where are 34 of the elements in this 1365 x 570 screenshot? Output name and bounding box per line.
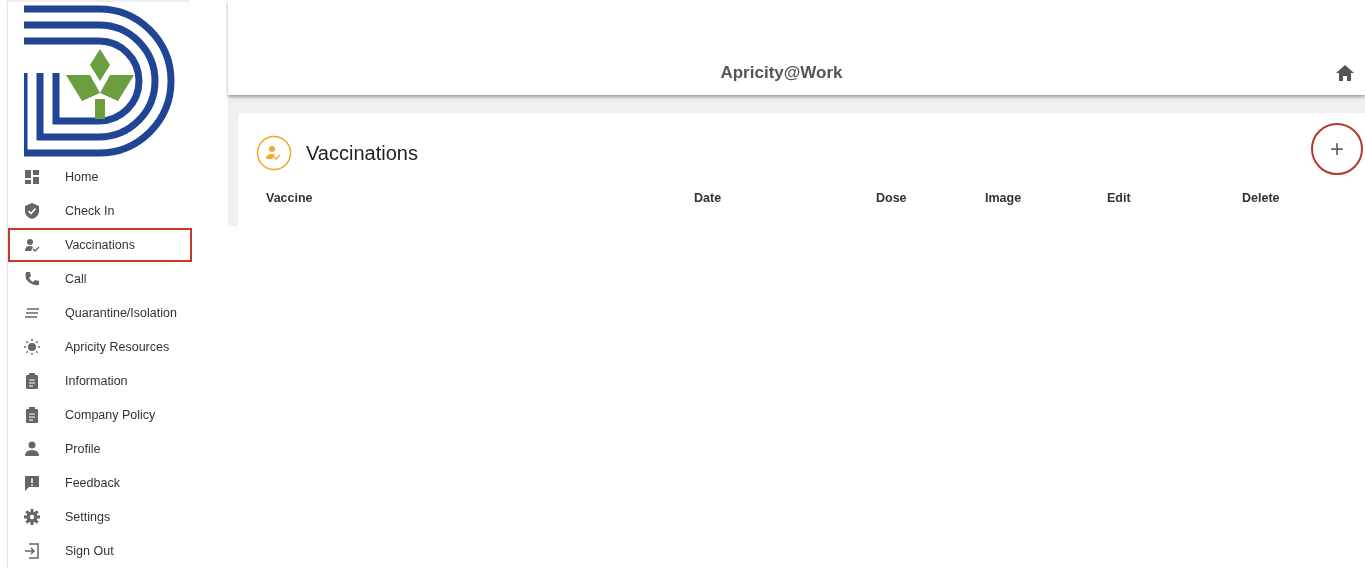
grid-icon	[23, 168, 41, 186]
clipboard-icon	[23, 406, 41, 424]
feedback-icon	[23, 474, 41, 492]
sidebar-item[interactable]: Information	[8, 364, 192, 398]
column-header: Vaccine	[266, 191, 313, 205]
sidebar-item[interactable]: Profile	[8, 432, 192, 466]
sidebar-item[interactable]: Sign Out	[8, 534, 192, 568]
sidebar-item[interactable]: Feedback	[8, 466, 192, 500]
sidebar-item[interactable]: Call	[8, 262, 192, 296]
person-icon	[23, 440, 41, 458]
sun-icon	[23, 338, 41, 356]
phone-icon	[23, 270, 41, 288]
sidebar-item[interactable]: Company Policy	[8, 398, 192, 432]
column-header: Date	[694, 191, 722, 205]
sidebar-item[interactable]: Apricity Resources	[8, 330, 192, 364]
sidebar-item[interactable]: Settings	[8, 500, 192, 534]
column-header: Dose	[876, 191, 907, 205]
shield-check-icon	[23, 202, 41, 220]
sign-out-icon	[23, 542, 41, 560]
settings-icon	[23, 508, 41, 526]
column-header: Delete	[1242, 191, 1280, 205]
sidebar-item[interactable]: Check In	[8, 194, 192, 228]
person-check-icon	[23, 236, 41, 254]
column-header: Image	[985, 191, 1022, 205]
sidebar-item[interactable]: Home	[8, 160, 192, 194]
clipboard-icon	[23, 372, 41, 390]
person-check-icon	[256, 135, 292, 171]
add-button[interactable]: +	[1311, 123, 1363, 175]
column-header: Edit	[1107, 191, 1131, 205]
home-icon[interactable]	[1335, 63, 1355, 82]
app-title: Apricity@Work	[719, 61, 844, 84]
sidebar-item[interactable]: Vaccinations	[8, 228, 192, 262]
sidebar-item[interactable]: Quarantine/Isolation	[8, 296, 192, 330]
card-title: Vaccinations	[306, 141, 418, 166]
